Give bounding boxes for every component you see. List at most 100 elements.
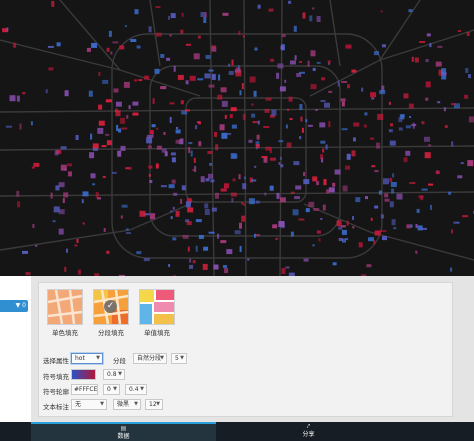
- fill-cell: [35, 244, 38, 247]
- fill-cell: [172, 237, 177, 241]
- fill-cell: [163, 132, 166, 135]
- fill-cell: [302, 12, 306, 19]
- fill-cell: [353, 137, 356, 142]
- fill-cell: [252, 121, 259, 124]
- style-card-unique-fill[interactable]: 单值填充: [135, 289, 179, 337]
- fill-cell: [278, 221, 285, 227]
- fill-cell: [286, 142, 292, 148]
- fill-cell: [383, 178, 389, 185]
- tab-share[interactable]: ⤤ 分享: [216, 422, 401, 441]
- map-canvas[interactable]: [0, 0, 474, 276]
- fill-cell: [312, 7, 315, 10]
- style-card-graded-fill[interactable]: ✓ 分段填充: [89, 289, 133, 337]
- fill-cell: [64, 266, 67, 272]
- fill-cell: [177, 74, 184, 80]
- fill-cell: [75, 135, 79, 140]
- fill-cell: [299, 104, 303, 110]
- fill-cell: [313, 208, 320, 211]
- text-field-select[interactable]: 无 ▼: [71, 399, 107, 410]
- fill-opacity-select[interactable]: 0.8 ▼: [103, 369, 125, 380]
- fill-cell: [421, 227, 427, 230]
- fill-cell: [269, 185, 274, 191]
- fill-cell: [30, 121, 33, 126]
- fill-cell: [48, 67, 54, 71]
- map-view[interactable]: [0, 0, 474, 276]
- fill-cell: [270, 157, 276, 161]
- fill-cell: [377, 113, 384, 120]
- fill-cell: [334, 169, 341, 175]
- fill-cell: [223, 265, 227, 268]
- fill-cell: [353, 122, 360, 127]
- fill-cell: [32, 223, 35, 228]
- style-card-single-fill[interactable]: 单色填充: [43, 289, 87, 337]
- fill-cell: [265, 146, 271, 151]
- fill-cell: [379, 90, 386, 95]
- fill-cell: [265, 97, 272, 101]
- fill-cell: [366, 264, 372, 268]
- fill-cell: [256, 134, 260, 140]
- fill-cell: [405, 125, 411, 129]
- fill-cell: [451, 103, 456, 106]
- fill-cell: [169, 210, 173, 213]
- fill-cell: [428, 144, 432, 147]
- text-font-select[interactable]: 微黑 ▼: [113, 399, 141, 410]
- fill-cell: [409, 182, 416, 184]
- fill-cell: [156, 145, 162, 150]
- fill-cell: [388, 129, 393, 133]
- fill-cell: [186, 221, 192, 226]
- fill-cell: [169, 102, 175, 105]
- fill-cell: [278, 140, 284, 143]
- fill-row: 符号填充 0.8 ▼: [43, 369, 443, 382]
- fill-cell: [220, 188, 227, 192]
- fill-cell: [124, 25, 127, 28]
- outline-opacity-select[interactable]: 0.4 ▼: [125, 384, 147, 395]
- fill-cell: [224, 114, 227, 119]
- outline-color-input[interactable]: #FFFCEB: [71, 384, 98, 395]
- fill-cell: [276, 72, 280, 79]
- fill-cell: [391, 219, 396, 226]
- outline-width-select[interactable]: 0 ▼: [103, 384, 120, 395]
- fill-cell: [345, 44, 352, 49]
- fill-cell: [19, 123, 22, 130]
- fill-cell: [227, 132, 232, 135]
- fill-cell: [411, 56, 414, 62]
- fill-cell: [382, 44, 386, 48]
- fill-cell: [213, 264, 219, 270]
- fill-cell: [294, 196, 301, 200]
- sidebar-toggle-tab[interactable]: ▼ 0: [0, 300, 28, 312]
- fill-cell: [180, 100, 184, 105]
- attribute-select[interactable]: hot ▼: [71, 353, 103, 364]
- tab-data[interactable]: ▤ 数据: [31, 422, 216, 441]
- fill-cell: [136, 251, 142, 255]
- fill-cell: [204, 12, 207, 18]
- segment-label: 分段: [113, 357, 126, 365]
- fill-cell: [328, 62, 330, 65]
- fill-cell: [189, 258, 192, 263]
- text-size-select[interactable]: 12 ▼: [145, 399, 163, 410]
- fill-cell: [341, 101, 345, 107]
- fill-cell: [398, 127, 403, 131]
- fill-cell: [175, 210, 180, 217]
- fill-cell: [197, 78, 204, 81]
- segment-method-select[interactable]: 自然分段 ▼: [133, 353, 167, 364]
- fill-cell: [261, 156, 268, 158]
- style-card-label: 单色填充: [52, 329, 78, 337]
- fill-cell: [119, 45, 125, 50]
- chevron-down-icon: ▼: [156, 401, 160, 407]
- fill-cell: [220, 87, 227, 93]
- fill-cell: [74, 244, 78, 247]
- fill-cell: [380, 230, 387, 233]
- fill-cell: [312, 68, 316, 71]
- fill-cell: [146, 134, 153, 138]
- segment-count-select[interactable]: 5 ▼: [171, 353, 187, 364]
- fill-gradient-swatch[interactable]: [71, 369, 96, 380]
- fill-cell: [120, 145, 126, 151]
- fill-cell: [108, 30, 112, 37]
- fill-cell: [390, 182, 397, 187]
- fill-cell: [355, 197, 361, 203]
- fill-cell: [113, 88, 119, 93]
- fill-cell: [111, 171, 117, 174]
- fill-cell: [181, 12, 184, 17]
- fill-cell: [321, 77, 326, 81]
- attribute-label: 选择属性: [43, 357, 69, 365]
